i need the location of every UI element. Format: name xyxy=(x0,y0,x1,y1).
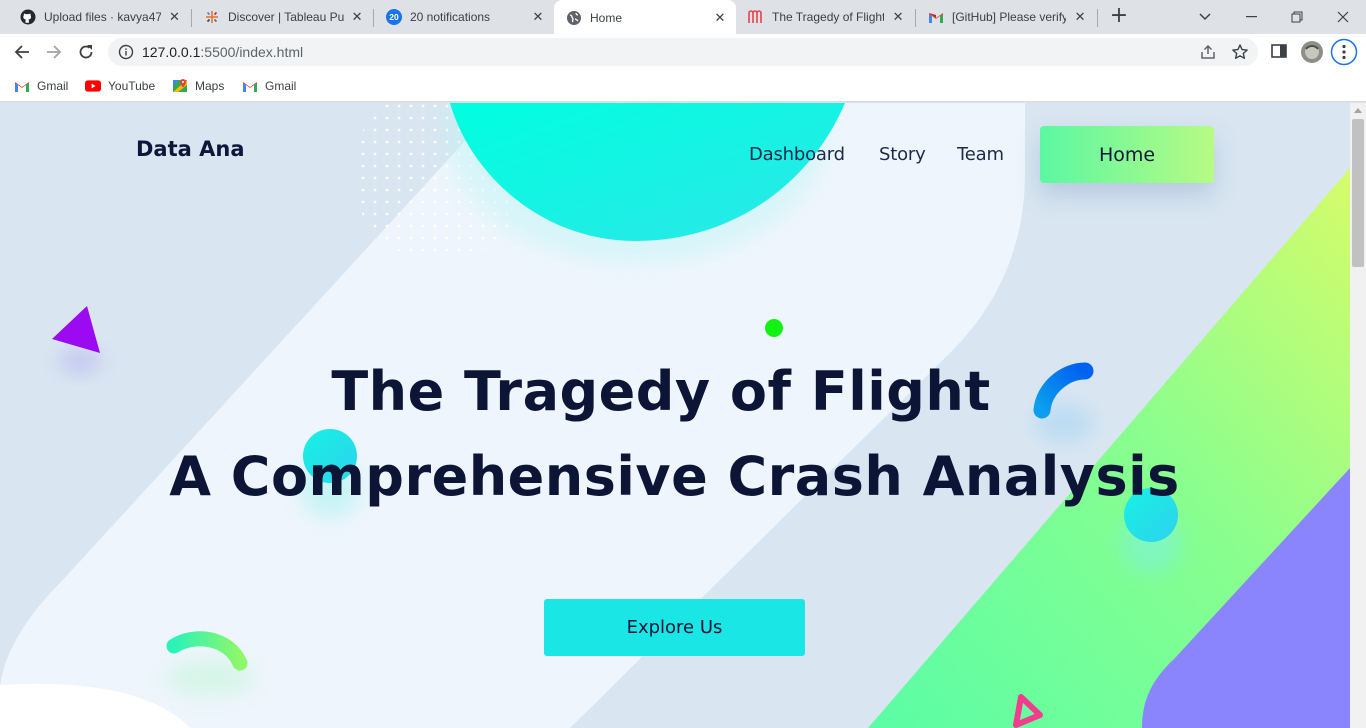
close-window-button[interactable] xyxy=(1320,0,1366,34)
tab-title: Discover | Tableau Public xyxy=(228,10,345,24)
browser-toolbar: 127.0.0.1:5500/index.html xyxy=(0,34,1366,70)
notification-count: 20 xyxy=(389,12,399,22)
hero-title-line2: A Comprehensive Crash Analysis xyxy=(169,445,1180,508)
globe-icon xyxy=(566,10,582,26)
notification-badge-icon: 20 xyxy=(386,9,402,25)
new-tab-button[interactable]: + xyxy=(1108,5,1130,28)
share-icon[interactable] xyxy=(1199,43,1217,61)
tab-strip: Upload files · kavya470 ✕ Discover | Tab… xyxy=(0,0,1366,36)
tab-tragedy-of-flight[interactable]: The Tragedy of Flight ✕ xyxy=(736,0,914,34)
youtube-icon xyxy=(85,78,101,94)
tab-tableau[interactable]: Discover | Tableau Public ✕ xyxy=(192,0,372,34)
close-tab-icon[interactable]: ✕ xyxy=(167,9,182,25)
bookmark-youtube[interactable]: YouTube xyxy=(85,76,155,96)
bookmark-gmail-2[interactable]: Gmail xyxy=(242,76,296,96)
url-path: :5500/index.html xyxy=(200,44,304,60)
bookmark-label: Maps xyxy=(195,79,225,93)
page-viewport: Data Ana Dashboard Story Team Home The T… xyxy=(0,103,1350,728)
hero-title-line1: The Tragedy of Flight xyxy=(331,360,991,423)
explore-us-button[interactable]: Explore Us xyxy=(544,599,805,656)
nav-story[interactable]: Story xyxy=(879,144,926,165)
restore-button[interactable] xyxy=(1274,0,1320,34)
tab-title: 20 notifications xyxy=(410,10,491,24)
site-icon xyxy=(748,9,764,25)
bookmark-label: YouTube xyxy=(108,79,156,93)
tab-title: [GitHub] Please verify xyxy=(952,10,1067,24)
site-info-icon[interactable] xyxy=(118,44,134,60)
reload-button[interactable] xyxy=(71,37,101,67)
tab-title: Upload files · kavya470 xyxy=(44,10,161,24)
bookmarks-bar: Gmail YouTube Maps Gmail xyxy=(0,70,1366,102)
page-scrollbar[interactable] xyxy=(1350,103,1366,728)
green-dot xyxy=(765,319,783,337)
tab-divider xyxy=(1097,9,1098,27)
back-button[interactable] xyxy=(7,37,37,67)
bookmark-label: Gmail xyxy=(37,79,69,93)
purple-triangle xyxy=(52,306,100,353)
url-host: 127.0.0.1 xyxy=(142,44,201,60)
close-tab-icon[interactable]: ✕ xyxy=(890,9,906,25)
brand-logo[interactable]: Data Ana xyxy=(136,137,245,161)
bookmark-maps[interactable]: Maps xyxy=(172,76,224,96)
bookmark-gmail[interactable]: Gmail xyxy=(14,76,68,96)
home-button[interactable]: Home xyxy=(1040,126,1214,183)
gmail-icon xyxy=(928,9,944,25)
tab-title: Home xyxy=(590,11,623,25)
scroll-up-arrow[interactable] xyxy=(1354,108,1362,113)
tableau-icon xyxy=(204,9,220,25)
browser-menu-icon[interactable] xyxy=(1330,38,1358,66)
close-tab-icon[interactable]: ✕ xyxy=(350,9,364,25)
nav-dashboard[interactable]: Dashboard xyxy=(749,144,845,165)
url-text: 127.0.0.1:5500/index.html xyxy=(142,44,303,60)
github-icon xyxy=(20,9,36,25)
forward-button[interactable] xyxy=(39,37,69,67)
bookmark-star-icon[interactable] xyxy=(1231,43,1249,61)
gmail-icon xyxy=(242,78,258,94)
tab-github-verify[interactable]: [GitHub] Please verify ✕ xyxy=(916,0,1096,34)
gmail-icon xyxy=(14,78,30,94)
side-panel-icon[interactable] xyxy=(1270,42,1290,62)
maps-icon xyxy=(172,78,188,94)
hero-subtitle: A Comprehensive Crash Analysis xyxy=(0,445,1350,508)
minimize-button[interactable] xyxy=(1228,0,1274,34)
tab-search-button[interactable] xyxy=(1182,0,1228,34)
scrollbar-thumb[interactable] xyxy=(1352,119,1364,267)
profile-avatar[interactable] xyxy=(1300,40,1324,64)
tab-home[interactable]: Home ✕ xyxy=(554,0,736,36)
tab-title: The Tragedy of Flight xyxy=(772,10,885,24)
hero-title: The Tragedy of Flight xyxy=(0,360,1350,423)
tab-notifications[interactable]: 20 20 notifications ✕ xyxy=(374,0,554,34)
nav-team[interactable]: Team xyxy=(957,144,1004,165)
close-tab-icon[interactable]: ✕ xyxy=(1072,9,1088,25)
address-bar[interactable]: 127.0.0.1:5500/index.html xyxy=(108,38,1258,66)
close-tab-icon[interactable]: ✕ xyxy=(530,9,546,25)
close-tab-icon[interactable]: ✕ xyxy=(712,10,728,26)
bookmark-label: Gmail xyxy=(265,79,297,93)
tab-upload-files[interactable]: Upload files · kavya470 ✕ xyxy=(8,0,190,34)
